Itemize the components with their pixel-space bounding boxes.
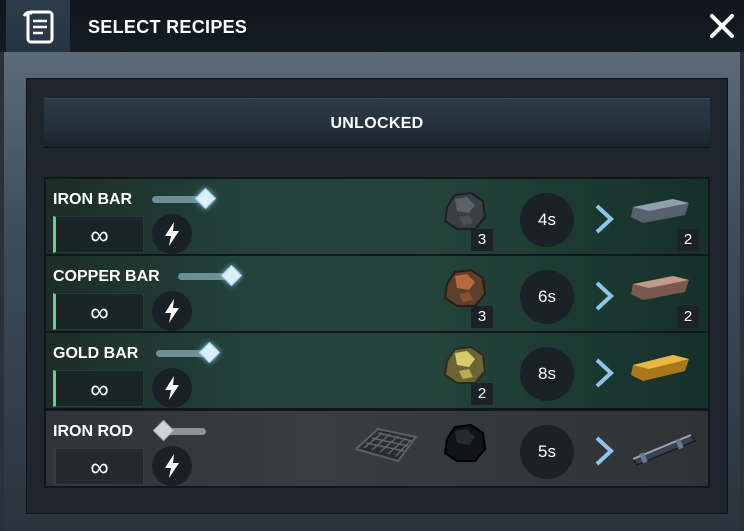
header-bar: SELECT RECIPES (0, 0, 744, 66)
product-gold-bar (629, 343, 705, 405)
recipe-toggle-slider[interactable] (152, 187, 217, 210)
repeat-count-button[interactable]: ∞ (53, 370, 144, 407)
slider-knob[interactable] (194, 187, 217, 210)
recipe-name: IRON ROD (53, 423, 133, 440)
boost-button[interactable] (152, 446, 192, 486)
repeat-count-button[interactable]: ∞ (53, 216, 144, 253)
recipe-name: GOLD BAR (53, 345, 139, 362)
iron-rod-icon (631, 434, 697, 466)
recipe-toggle-slider[interactable] (178, 264, 243, 287)
recipe-row-iron-rod[interactable]: IRON ROD ∞ 5s (46, 411, 708, 486)
lightning-icon (165, 222, 179, 246)
boost-button[interactable] (152, 291, 192, 331)
recipe-name: COPPER BAR (53, 268, 160, 285)
gold-ore-icon (443, 345, 487, 384)
ingredient-metal-grate (352, 419, 422, 483)
copper-ore-icon (443, 268, 487, 307)
recipe-row-copper-bar[interactable]: COPPER BAR ∞ 3 6s 2 (46, 256, 708, 331)
ingredient-gold-ore: 2 (439, 341, 501, 405)
iron-ore-icon (443, 191, 487, 230)
close-icon[interactable] (708, 12, 736, 40)
product-iron-rod (629, 421, 705, 483)
chevron-right-icon (595, 281, 614, 311)
slider-knob[interactable] (198, 341, 221, 364)
section-label: UNLOCKED (330, 115, 424, 132)
slider-knob[interactable] (152, 419, 175, 442)
craft-time: 8s (520, 347, 574, 401)
recipe-toggle-slider[interactable] (156, 341, 221, 364)
recipe-toggle-slider[interactable] (152, 419, 208, 442)
section-header-unlocked: UNLOCKED (44, 98, 710, 148)
craft-time: 5s (520, 425, 574, 479)
iron-bar-icon (631, 199, 689, 223)
recipe-list: IRON BAR ∞ 3 4s 2 COPPER BAR ∞ 3 6s 2 GO… (44, 177, 710, 488)
boost-button[interactable] (152, 214, 192, 254)
lightning-icon (165, 376, 179, 400)
recipe-row-gold-bar[interactable]: GOLD BAR ∞ 2 8s (46, 333, 708, 408)
recipe-name: IRON BAR (53, 191, 133, 208)
chevron-right-icon (595, 436, 614, 466)
ingredient-qty: 3 (471, 229, 493, 251)
metal-grate-icon (353, 427, 418, 463)
product-iron-bar: 2 (629, 189, 705, 251)
infinity-icon: ∞ (90, 219, 109, 250)
infinity-icon: ∞ (90, 451, 109, 482)
lightning-icon (165, 454, 179, 478)
chevron-right-icon (595, 204, 614, 234)
product-copper-bar: 2 (629, 266, 705, 328)
ingredient-coal (439, 419, 501, 483)
repeat-count-button[interactable]: ∞ (53, 448, 144, 485)
recipe-row-iron-bar[interactable]: IRON BAR ∞ 3 4s 2 (46, 179, 708, 254)
infinity-icon: ∞ (90, 373, 109, 404)
craft-time: 4s (520, 193, 574, 247)
scroll-icon (22, 10, 54, 44)
gold-bar-icon (631, 355, 689, 381)
chevron-right-icon (595, 358, 614, 388)
ingredient-copper-ore: 3 (439, 264, 501, 328)
product-qty: 2 (677, 229, 699, 251)
coal-icon (443, 423, 487, 462)
lightning-icon (165, 299, 179, 323)
repeat-count-button[interactable]: ∞ (53, 293, 144, 330)
ingredient-qty: 2 (471, 383, 493, 405)
craft-time: 6s (520, 270, 574, 324)
copper-bar-icon (631, 276, 689, 300)
page-title: SELECT RECIPES (88, 17, 248, 37)
ingredient-iron-ore: 3 (439, 187, 501, 251)
slider-knob[interactable] (220, 264, 243, 287)
infinity-icon: ∞ (90, 296, 109, 327)
boost-button[interactable] (152, 368, 192, 408)
product-qty: 2 (677, 306, 699, 328)
ingredient-qty: 3 (471, 306, 493, 328)
